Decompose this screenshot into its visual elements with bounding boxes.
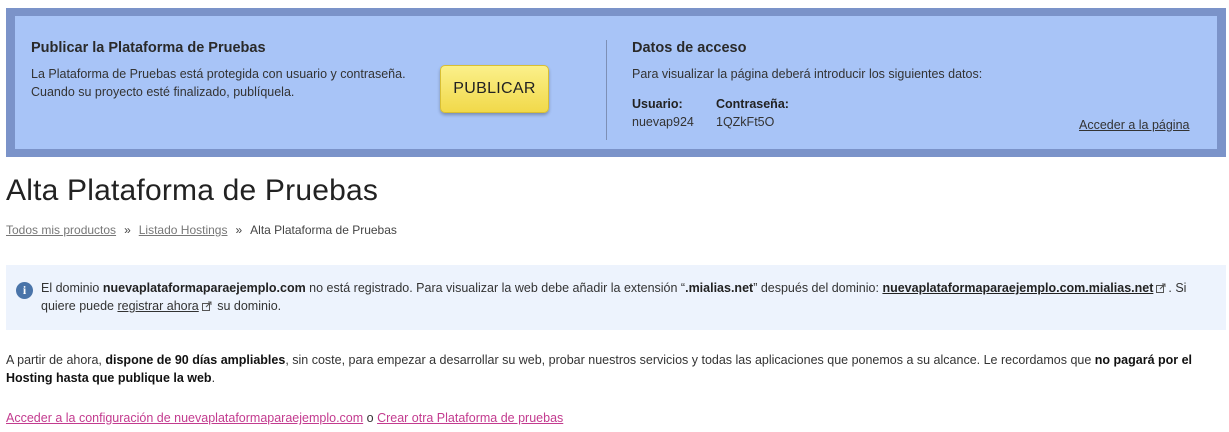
breadcrumb-item-hostings[interactable]: Listado Hostings xyxy=(139,223,228,237)
publish-description: La Plataforma de Pruebas está protegida … xyxy=(31,65,431,101)
paragraph-segment: , sin coste, para empezar a desarrollar … xyxy=(285,353,1095,367)
password-credential: Contraseña: 1QZkFt5O xyxy=(716,95,789,131)
access-page-link[interactable]: Acceder a la página xyxy=(1079,118,1190,132)
publish-banner: Publicar la Plataforma de Pruebas La Pla… xyxy=(6,8,1226,157)
user-label: Usuario: xyxy=(632,97,683,111)
alias-extension: .mialias.net xyxy=(685,281,754,295)
page-title: Alta Plataforma de Pruebas xyxy=(6,174,379,207)
banner-divider xyxy=(606,40,607,140)
register-now-link[interactable]: registrar ahora xyxy=(117,299,198,313)
access-description: Para visualizar la página deberá introdu… xyxy=(632,67,983,81)
publish-button[interactable]: PUBLICAR xyxy=(440,65,549,113)
configuration-link[interactable]: Acceder a la configuración de nuevaplata… xyxy=(6,411,363,425)
breadcrumb: Todos mis productos » Listado Hostings » Alt… xyxy=(6,223,397,237)
publish-title: Publicar la Plataforma de Pruebas xyxy=(31,40,266,56)
breadcrumb-item-products[interactable]: Todos mis productos xyxy=(6,223,116,237)
breadcrumb-separator: » xyxy=(124,223,131,237)
password-value: 1QZkFt5O xyxy=(716,115,775,129)
paragraph-segment: . xyxy=(211,371,216,385)
info-text-segment: no está registrado. Para visualizar la w… xyxy=(305,281,686,295)
user-credential: Usuario: nuevap924 xyxy=(632,95,694,131)
info-text-segment: El dominio xyxy=(41,281,103,295)
info-text-segment: su dominio. xyxy=(213,299,282,313)
info-icon: i xyxy=(16,282,33,299)
trial-days-highlight: dispone de 90 días ampliables xyxy=(105,353,286,367)
domain-info-box: i El dominio nuevaplataformaparaejemplo.… xyxy=(6,265,1226,330)
domain-name: nuevaplataformaparaejemplo.com xyxy=(102,281,306,295)
create-test-platform-link[interactable]: Crear otra Plataforma de pruebas xyxy=(377,411,563,425)
bottom-actions: Acceder a la configuración de nuevaplata… xyxy=(6,411,563,425)
breadcrumb-separator: » xyxy=(235,223,243,237)
link-joiner: o xyxy=(363,411,378,425)
external-link-icon xyxy=(1156,283,1166,293)
publish-desc-line2: Cuando su proyecto esté finalizado, publ… xyxy=(31,85,295,99)
publish-banner-inner: Publicar la Plataforma de Pruebas La Pla… xyxy=(15,16,1217,149)
trial-period-paragraph: A partir de ahora, dispone de 90 días am… xyxy=(6,351,1216,387)
user-value: nuevap924 xyxy=(632,115,694,129)
alias-domain-link[interactable]: nuevaplataformaparaejemplo.com.mialias.n… xyxy=(882,281,1153,295)
password-label: Contraseña: xyxy=(716,97,789,111)
publish-desc-line1: La Plataforma de Pruebas está protegida … xyxy=(31,67,406,81)
external-link-icon xyxy=(201,301,212,311)
access-title: Datos de acceso xyxy=(632,40,747,56)
breadcrumb-item-current: Alta Plataforma de Pruebas xyxy=(250,223,397,237)
paragraph-segment: A partir de ahora, xyxy=(6,353,106,367)
domain-info-text: El dominio nuevaplataformaparaejemplo.co… xyxy=(41,279,1216,315)
info-text-segment: ” después del dominio: xyxy=(753,281,883,295)
